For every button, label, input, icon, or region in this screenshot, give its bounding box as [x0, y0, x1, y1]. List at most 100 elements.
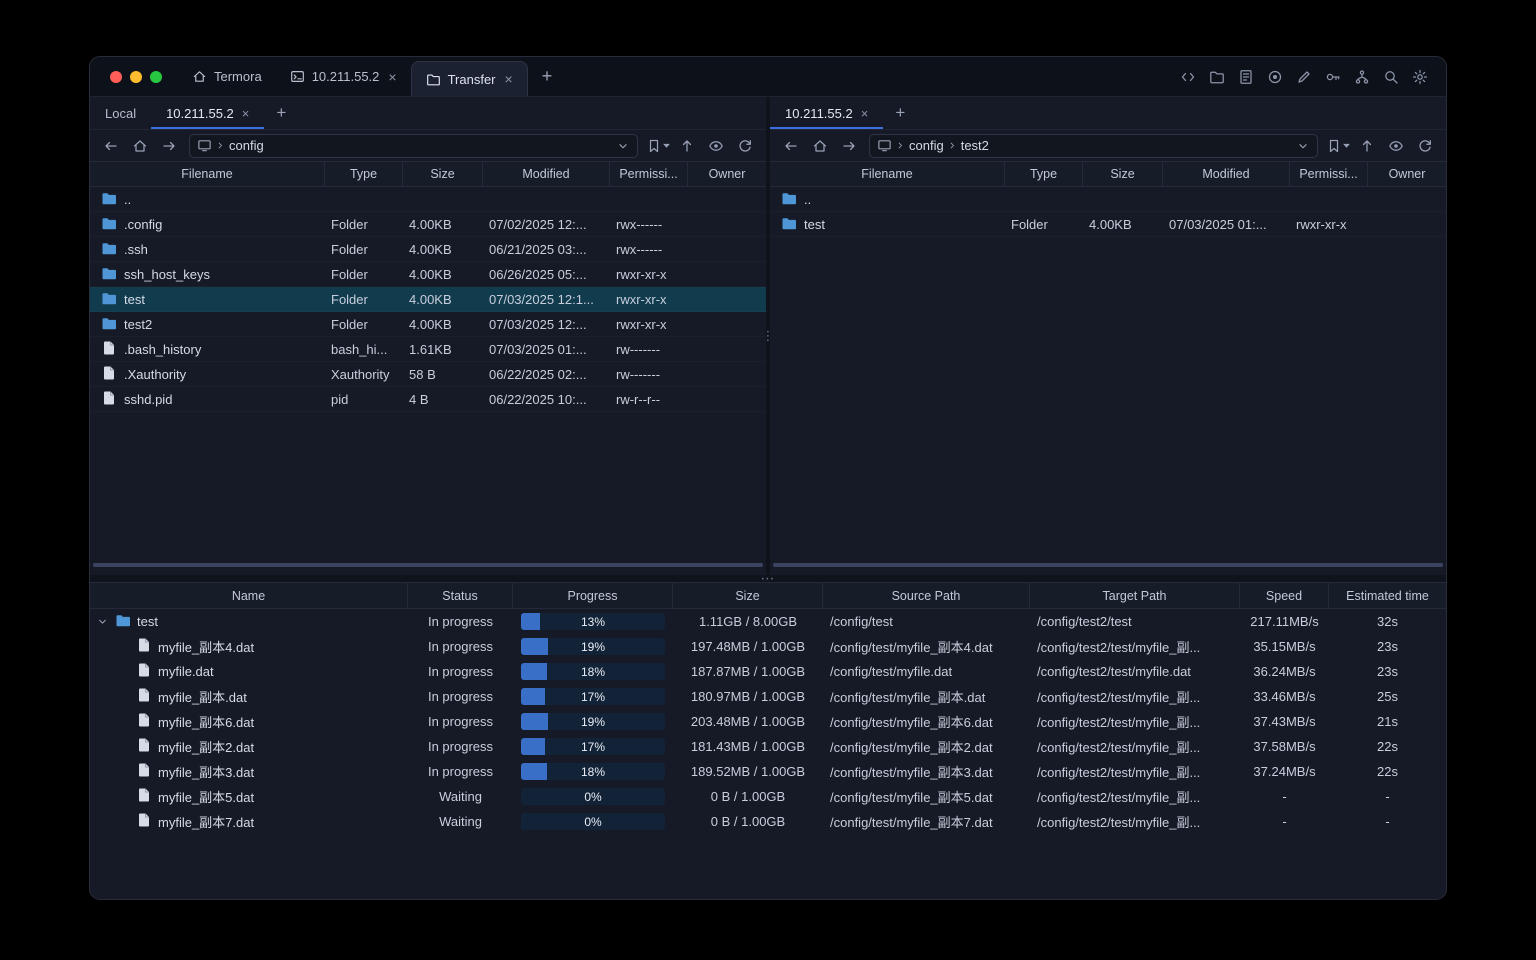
column-header-size[interactable]: Size — [403, 162, 483, 186]
column-header-size[interactable]: Size — [1083, 162, 1163, 186]
bookmark-button[interactable] — [1325, 134, 1351, 158]
file-row[interactable]: sshd.pid pid 4 B 06/22/2025 10:... rw-r-… — [90, 387, 766, 412]
folder-icon[interactable] — [1209, 69, 1225, 85]
code-icon[interactable] — [1180, 69, 1196, 85]
key-icon[interactable] — [1325, 69, 1341, 85]
path-field[interactable]: config — [189, 133, 638, 158]
column-header-owner[interactable]: Owner — [1368, 162, 1446, 186]
forward-button[interactable] — [156, 134, 182, 158]
column-header-modified[interactable]: Modified — [483, 162, 610, 186]
transfer-target-path: /config/test2/test/myfile.dat — [1037, 664, 1191, 679]
tab-local[interactable]: Local — [90, 97, 151, 129]
path-dropdown-icon[interactable] — [1296, 139, 1310, 153]
horizontal-scrollbar[interactable] — [93, 563, 763, 567]
column-header-size[interactable]: Size — [673, 583, 823, 608]
forward-button[interactable] — [836, 134, 862, 158]
file-row[interactable]: .ssh Folder 4.00KB 06/21/2025 03:... rwx… — [90, 237, 766, 262]
new-panel-tab-button[interactable]: + — [883, 97, 917, 129]
path-field[interactable]: config test2 — [869, 133, 1318, 158]
toggle-hidden-button[interactable] — [703, 134, 729, 158]
back-button[interactable] — [778, 134, 804, 158]
close-window-button[interactable] — [110, 70, 122, 83]
refresh-button[interactable] — [1412, 134, 1438, 158]
close-tab-icon[interactable]: × — [388, 70, 396, 84]
column-header-source-path[interactable]: Source Path — [823, 583, 1030, 608]
bookmark-button[interactable] — [645, 134, 671, 158]
home-button[interactable] — [807, 134, 833, 158]
column-header-filename[interactable]: Filename — [90, 162, 325, 186]
file-row[interactable]: test2 Folder 4.00KB 07/03/2025 12:... rw… — [90, 312, 766, 337]
tab-termora[interactable]: Termora — [178, 57, 276, 96]
file-size: 1.61KB — [409, 341, 452, 357]
file-name: ssh_host_keys — [124, 266, 210, 282]
home-button[interactable] — [127, 134, 153, 158]
splitter-handle[interactable]: ⋯ — [761, 570, 776, 584]
column-header-permissions[interactable]: Permissi... — [610, 162, 688, 186]
transfer-row[interactable]: myfile_副本2.dat In progress 17% 181.43MB … — [90, 734, 1446, 759]
breadcrumb-item[interactable]: config — [228, 138, 265, 153]
up-directory-button[interactable] — [674, 134, 700, 158]
horizontal-scrollbar[interactable] — [773, 563, 1443, 567]
transfer-row[interactable]: test In progress 13% 1.11GB / 8.00GB /co… — [90, 609, 1446, 634]
file-row[interactable]: ssh_host_keys Folder 4.00KB 06/26/2025 0… — [90, 262, 766, 287]
column-header-status[interactable]: Status — [408, 583, 513, 608]
close-tab-icon[interactable]: × — [242, 107, 250, 120]
close-tab-icon[interactable]: × — [861, 107, 869, 120]
transfer-row[interactable]: myfile_副本7.dat Waiting 0% 0 B / 1.00GB /… — [90, 809, 1446, 834]
file-row[interactable]: test Folder 4.00KB 07/03/2025 12:1... rw… — [90, 287, 766, 312]
transfer-status: In progress — [427, 739, 494, 754]
breadcrumb-item[interactable]: test2 — [960, 138, 990, 153]
transfer-row[interactable]: myfile_副本5.dat Waiting 0% 0 B / 1.00GB /… — [90, 784, 1446, 809]
transfer-row[interactable]: myfile_副本.dat In progress 17% 180.97MB /… — [90, 684, 1446, 709]
column-header-type[interactable]: Type — [325, 162, 403, 186]
column-header-speed[interactable]: Speed — [1240, 583, 1329, 608]
search-icon[interactable] — [1383, 69, 1399, 85]
refresh-button[interactable] — [732, 134, 758, 158]
file-row[interactable]: .config Folder 4.00KB 07/02/2025 12:... … — [90, 212, 766, 237]
close-tab-icon[interactable]: × — [505, 72, 513, 86]
transfer-size: 0 B / 1.00GB — [710, 789, 786, 804]
file-row[interactable]: .bash_history bash_hi... 1.61KB 07/03/20… — [90, 337, 766, 362]
transfer-row[interactable]: myfile_副本4.dat In progress 19% 197.48MB … — [90, 634, 1446, 659]
column-header-filename[interactable]: Filename — [770, 162, 1005, 186]
horizontal-splitter[interactable]: ⋯ — [90, 570, 1446, 584]
zoom-window-button[interactable] — [150, 70, 162, 83]
transfer-row[interactable]: myfile_副本6.dat In progress 19% 203.48MB … — [90, 709, 1446, 734]
transfer-speed: 36.24MB/s — [1253, 664, 1316, 679]
file-row[interactable]: .. — [770, 187, 1446, 212]
file-type: Xauthority — [331, 366, 390, 382]
column-header-target-path[interactable]: Target Path — [1030, 583, 1240, 608]
transfer-row[interactable]: myfile.dat In progress 18% 187.87MB / 1.… — [90, 659, 1446, 684]
tab-left-host[interactable]: 10.211.55.2 × — [151, 97, 265, 129]
tab-host-terminal[interactable]: 10.211.55.2 × — [276, 57, 411, 96]
column-header-owner[interactable]: Owner — [688, 162, 766, 186]
tab-right-host[interactable]: 10.211.55.2 × — [770, 97, 884, 129]
path-dropdown-icon[interactable] — [616, 139, 630, 153]
up-directory-button[interactable] — [1354, 134, 1380, 158]
column-header-permissions[interactable]: Permissi... — [1290, 162, 1368, 186]
record-icon[interactable] — [1267, 69, 1283, 85]
expand-chevron-icon[interactable] — [96, 615, 109, 628]
new-panel-tab-button[interactable]: + — [264, 97, 298, 129]
column-header-modified[interactable]: Modified — [1163, 162, 1290, 186]
new-tab-button[interactable]: + — [528, 57, 567, 96]
pencil-icon[interactable] — [1296, 69, 1312, 85]
column-header-type[interactable]: Type — [1005, 162, 1083, 186]
column-header-progress[interactable]: Progress — [513, 583, 673, 608]
column-header-estimated-time[interactable]: Estimated time — [1329, 583, 1446, 608]
file-row[interactable]: test Folder 4.00KB 07/03/2025 01:... rwx… — [770, 212, 1446, 237]
journal-icon[interactable] — [1238, 69, 1254, 85]
settings-icon[interactable] — [1412, 69, 1428, 85]
toggle-hidden-button[interactable] — [1383, 134, 1409, 158]
column-header-name[interactable]: Name — [90, 583, 408, 608]
back-button[interactable] — [98, 134, 124, 158]
transfer-eta: 22s — [1377, 764, 1398, 779]
branch-icon[interactable] — [1354, 69, 1370, 85]
transfer-row[interactable]: myfile_副本3.dat In progress 18% 189.52MB … — [90, 759, 1446, 784]
file-row[interactable]: .. — [90, 187, 766, 212]
breadcrumb-item[interactable]: config — [908, 138, 945, 153]
transfer-eta: 22s — [1377, 739, 1398, 754]
tab-transfer[interactable]: Transfer × — [410, 61, 528, 96]
file-row[interactable]: .Xauthority Xauthority 58 B 06/22/2025 0… — [90, 362, 766, 387]
minimize-window-button[interactable] — [130, 70, 142, 83]
